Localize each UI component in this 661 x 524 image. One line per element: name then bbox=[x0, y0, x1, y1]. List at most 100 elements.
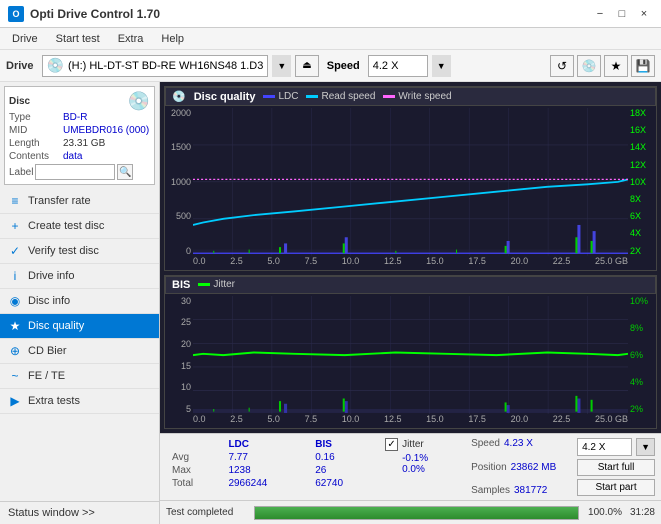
app-title: Opti Drive Control 1.70 bbox=[30, 7, 160, 21]
sidebar-item-transfer-rate[interactable]: ≡ Transfer rate bbox=[0, 189, 159, 214]
menu-extra[interactable]: Extra bbox=[110, 31, 152, 47]
jitter-avg: -0.1% bbox=[402, 453, 459, 464]
sidebar-item-drive-info[interactable]: i Drive info bbox=[0, 264, 159, 289]
start-full-button[interactable]: Start full bbox=[577, 459, 655, 476]
sidebar-item-verify-test-disc[interactable]: ✓ Verify test disc bbox=[0, 239, 159, 264]
speed-select-stats[interactable]: 4.2 X bbox=[577, 438, 632, 456]
write-speed-color bbox=[383, 95, 395, 98]
sidebar-item-label: Transfer rate bbox=[28, 195, 91, 207]
sidebar-item-label: Disc quality bbox=[28, 320, 84, 332]
progress-bar-container bbox=[254, 506, 579, 520]
disc-label-button[interactable]: 🔍 bbox=[117, 164, 133, 180]
chart2-header: BIS Jitter bbox=[165, 276, 656, 294]
sidebar-item-disc-quality[interactable]: ★ Disc quality bbox=[0, 314, 159, 339]
jitter-color bbox=[198, 283, 210, 286]
disc-info-panel: Disc 💿 Type BD-R MID UMEBDR016 (000) Len… bbox=[4, 86, 155, 185]
chart1-title: Disc quality bbox=[194, 91, 256, 103]
sidebar-item-label: CD Bier bbox=[28, 345, 67, 357]
sidebar-item-label: FE / TE bbox=[28, 370, 65, 382]
stats-row: LDC BIS Avg 7.77 0.16 Max 1238 26 bbox=[166, 438, 655, 496]
disc-label-row: Label 🔍 bbox=[9, 164, 150, 180]
jitter-header: ✓ Jitter bbox=[385, 438, 459, 451]
status-window-button[interactable]: Status window >> bbox=[0, 501, 159, 524]
charts-area: 💿 Disc quality LDC Read speed bbox=[160, 82, 661, 433]
disc-icon: 💿 bbox=[128, 91, 150, 112]
minimize-button[interactable]: − bbox=[591, 5, 609, 23]
stats-avg-row: Avg 7.77 0.16 bbox=[166, 451, 377, 464]
read-speed-label: Read speed bbox=[321, 91, 375, 102]
position-value: 23862 MB bbox=[511, 462, 557, 473]
speed-value: 4.23 X bbox=[504, 438, 533, 449]
action-buttons: 4.2 X ▼ Start full Start part bbox=[577, 438, 655, 496]
speed-select-arrow[interactable]: ▼ bbox=[432, 55, 451, 77]
star-button[interactable]: ★ bbox=[604, 55, 628, 77]
sidebar: Disc 💿 Type BD-R MID UMEBDR016 (000) Len… bbox=[0, 82, 160, 524]
speed-select[interactable]: 4.2 X bbox=[368, 55, 428, 77]
verify-test-disc-icon: ✓ bbox=[8, 244, 22, 258]
disc-length-row: Length 23.31 GB bbox=[9, 138, 150, 149]
sidebar-item-extra-tests[interactable]: ▶ Extra tests bbox=[0, 389, 159, 414]
drive-dropdown[interactable]: 💿 (H:) HL-DT-ST BD-RE WH16NS48 1.D3 bbox=[42, 55, 269, 77]
title-bar-controls: − □ × bbox=[591, 5, 653, 23]
chart1-body: 2000 1500 1000 500 0 18X 16X 14X 12X 10X… bbox=[165, 106, 656, 270]
drive-select[interactable]: 💿 (H:) HL-DT-ST BD-RE WH16NS48 1.D3 ▼ ⏏ bbox=[42, 55, 319, 77]
sidebar-item-cd-bier[interactable]: ⊕ CD Bier bbox=[0, 339, 159, 364]
menu-drive[interactable]: Drive bbox=[4, 31, 46, 47]
disc-contents-row: Contents data bbox=[9, 151, 150, 162]
chart2-x-axis: 0.0 2.5 5.0 7.5 10.0 12.5 15.0 17.5 20.0… bbox=[193, 414, 628, 428]
disc-quality-icon: ★ bbox=[8, 319, 22, 333]
speed-label-text: Speed bbox=[471, 438, 500, 449]
progress-percent: 100.0% bbox=[587, 507, 622, 518]
chart1-svg bbox=[193, 108, 628, 256]
sidebar-item-create-test-disc[interactable]: + Create test disc bbox=[0, 214, 159, 239]
chart1-x-axis: 0.0 2.5 5.0 7.5 10.0 12.5 15.0 17.5 20.0… bbox=[193, 256, 628, 270]
legend-read-speed: Read speed bbox=[306, 91, 375, 102]
jitter-checkbox[interactable]: ✓ bbox=[385, 438, 398, 451]
write-speed-label: Write speed bbox=[398, 91, 451, 102]
sidebar-item-label: Extra tests bbox=[28, 395, 80, 407]
position-label: Position bbox=[471, 462, 507, 473]
start-part-button[interactable]: Start part bbox=[577, 479, 655, 496]
close-button[interactable]: × bbox=[635, 5, 653, 23]
disc-length-label: Length bbox=[9, 138, 59, 149]
samples-label: Samples bbox=[471, 485, 510, 496]
sidebar-item-label: Verify test disc bbox=[28, 245, 99, 257]
disc-label-label: Label bbox=[9, 167, 33, 178]
disc-label-input[interactable] bbox=[35, 164, 115, 180]
speed-select-row: 4.2 X ▼ bbox=[577, 438, 655, 456]
progress-label: Test completed bbox=[166, 507, 246, 518]
chart2-title: BIS bbox=[172, 279, 190, 291]
refresh-button[interactable]: ↺ bbox=[550, 55, 574, 77]
legend-jitter: Jitter bbox=[198, 279, 235, 290]
chart1-y-left: 2000 1500 1000 500 0 bbox=[165, 108, 193, 256]
save-button[interactable]: 💾 bbox=[631, 55, 655, 77]
speed-select-container[interactable]: 4.2 X ▼ bbox=[368, 55, 451, 77]
position-row: Position 23862 MB bbox=[471, 462, 573, 473]
disc-length-value: 23.31 GB bbox=[63, 138, 105, 149]
jitter-max: 0.0% bbox=[402, 464, 459, 475]
stats-max-row: Max 1238 26 bbox=[166, 464, 377, 477]
speed-row: Speed 4.23 X bbox=[471, 438, 573, 449]
sidebar-nav: ≡ Transfer rate + Create test disc ✓ Ver… bbox=[0, 189, 159, 501]
drive-info-icon: i bbox=[8, 269, 22, 283]
legend-write-speed: Write speed bbox=[383, 91, 451, 102]
speed-label: Speed bbox=[327, 60, 360, 72]
disc-type-value: BD-R bbox=[63, 112, 87, 123]
chart2-body: 30 25 20 15 10 5 10% 8% 6% 4% 2% bbox=[165, 294, 656, 428]
speed-select-stats-arrow[interactable]: ▼ bbox=[636, 438, 655, 456]
menu-start-test[interactable]: Start test bbox=[48, 31, 108, 47]
eject-button[interactable]: ⏏ bbox=[295, 55, 318, 77]
sidebar-item-disc-info[interactable]: ◉ Disc info bbox=[0, 289, 159, 314]
disc-button[interactable]: 💿 bbox=[577, 55, 601, 77]
drive-dropdown-arrow[interactable]: ▼ bbox=[272, 55, 291, 77]
menu-help[interactable]: Help bbox=[153, 31, 192, 47]
title-bar-left: O Opti Drive Control 1.70 bbox=[8, 6, 160, 22]
progress-time: 31:28 bbox=[630, 507, 655, 518]
disc-contents-value: data bbox=[63, 151, 82, 162]
speed-position-section: Speed 4.23 X Position 23862 MB Samples 3… bbox=[467, 438, 577, 496]
maximize-button[interactable]: □ bbox=[613, 5, 631, 23]
disc-contents-label: Contents bbox=[9, 151, 59, 162]
sidebar-item-fe-te[interactable]: ~ FE / TE bbox=[0, 364, 159, 389]
stats-header-row: LDC BIS bbox=[166, 438, 377, 451]
disc-mid-row: MID UMEBDR016 (000) bbox=[9, 125, 150, 136]
